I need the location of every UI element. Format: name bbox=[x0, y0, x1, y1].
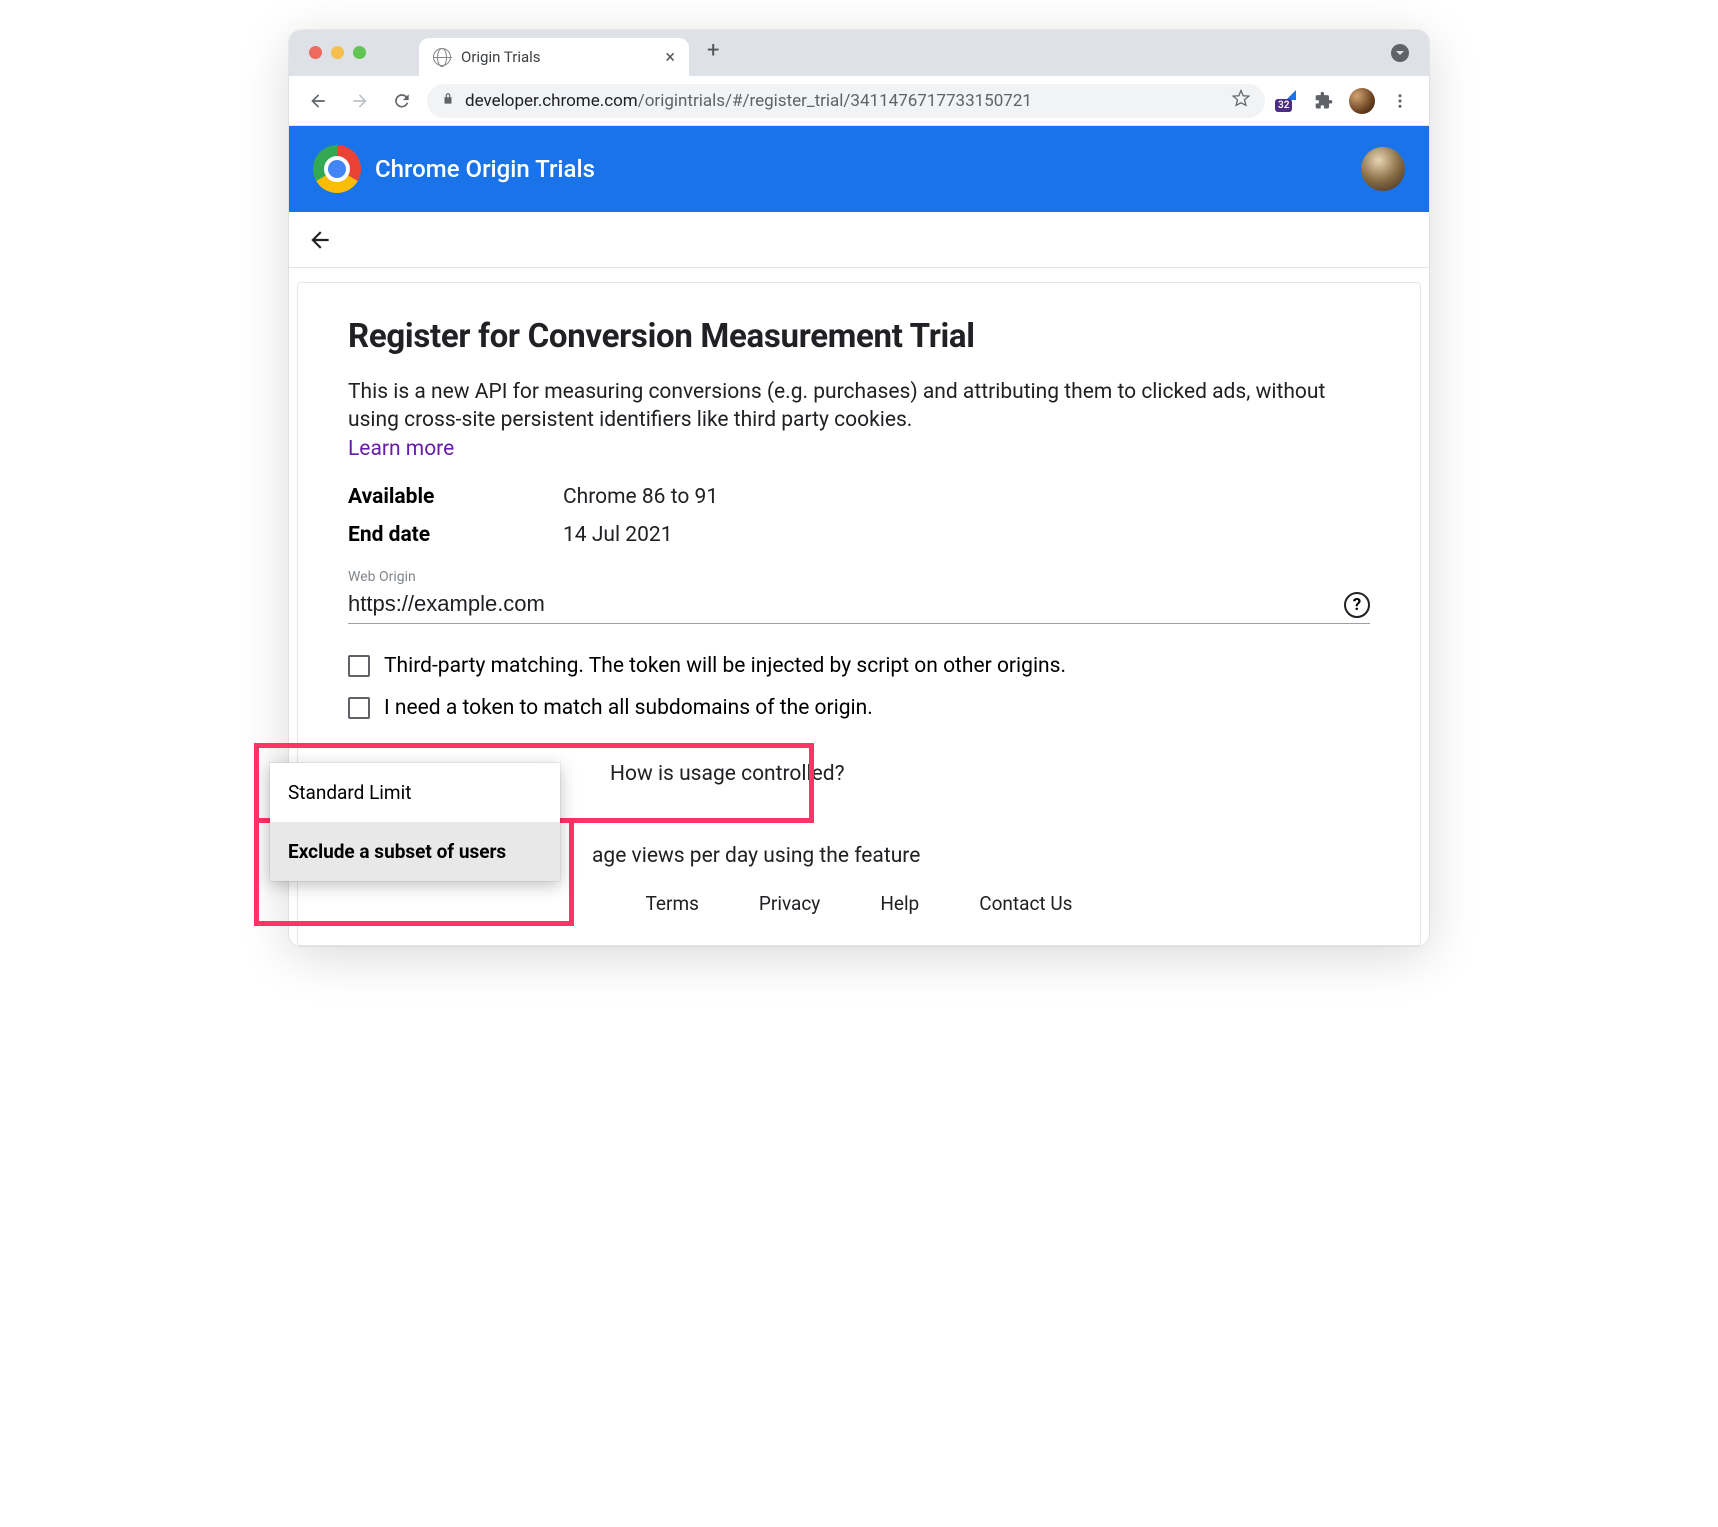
bookmark-star-icon[interactable] bbox=[1231, 88, 1251, 113]
app-header: Chrome Origin Trials bbox=[289, 126, 1429, 212]
footer-contact[interactable]: Contact Us bbox=[979, 892, 1072, 915]
learn-more-link[interactable]: Learn more bbox=[348, 437, 454, 461]
third-party-checkbox[interactable] bbox=[348, 655, 370, 677]
url-text: developer.chrome.com/origintrials/#/regi… bbox=[465, 91, 1032, 111]
dropdown-option-exclude[interactable]: Exclude a subset of users bbox=[270, 822, 560, 881]
close-tab-icon[interactable]: × bbox=[665, 47, 675, 68]
available-row: Available Chrome 86 to 91 bbox=[348, 485, 1370, 509]
back-button[interactable] bbox=[301, 84, 335, 118]
chrome-logo-icon bbox=[313, 145, 361, 193]
footer-privacy[interactable]: Privacy bbox=[759, 892, 820, 915]
subdomains-checkbox-row: I need a token to match all subdomains o… bbox=[348, 696, 1370, 720]
register-card: Register for Conversion Measurement Tria… bbox=[297, 282, 1421, 946]
page-back-row bbox=[289, 212, 1429, 268]
web-origin-field: Web Origin ? bbox=[348, 569, 1370, 624]
address-bar[interactable]: developer.chrome.com/origintrials/#/regi… bbox=[427, 84, 1265, 118]
user-avatar[interactable] bbox=[1361, 147, 1405, 191]
extension-count: 32 bbox=[1275, 99, 1292, 112]
third-party-checkbox-row: Third-party matching. The token will be … bbox=[348, 654, 1370, 678]
subdomains-label: I need a token to match all subdomains o… bbox=[384, 696, 873, 720]
tab-title: Origin Trials bbox=[461, 48, 541, 66]
end-date-value: 14 Jul 2021 bbox=[563, 523, 673, 547]
expected-usage-text: age views per day using the feature bbox=[592, 844, 1370, 868]
extension-badge[interactable]: 32 bbox=[1273, 90, 1299, 112]
new-tab-button[interactable]: + bbox=[707, 38, 719, 63]
end-date-label: End date bbox=[348, 523, 563, 547]
lock-icon bbox=[441, 91, 455, 111]
tab-search-button[interactable] bbox=[1391, 44, 1409, 62]
titlebar: Origin Trials × + bbox=[289, 30, 1429, 76]
usage-restriction-dropdown: Standard Limit Exclude a subset of users bbox=[270, 763, 560, 881]
forward-button[interactable] bbox=[343, 84, 377, 118]
end-date-row: End date 14 Jul 2021 bbox=[348, 523, 1370, 547]
maximize-window-button[interactable] bbox=[353, 46, 366, 59]
available-value: Chrome 86 to 91 bbox=[563, 485, 718, 509]
url-host: developer.chrome.com bbox=[465, 91, 638, 111]
usage-controlled-link[interactable]: How is usage controlled? bbox=[610, 762, 1370, 786]
available-label: Available bbox=[348, 485, 563, 509]
help-icon[interactable]: ? bbox=[1344, 592, 1370, 618]
trial-description: This is a new API for measuring conversi… bbox=[348, 378, 1370, 435]
footer-help[interactable]: Help bbox=[880, 892, 919, 915]
dropdown-option-standard[interactable]: Standard Limit bbox=[270, 763, 560, 822]
web-origin-input[interactable] bbox=[348, 587, 1370, 624]
close-window-button[interactable] bbox=[309, 46, 322, 59]
footer-terms[interactable]: Terms bbox=[646, 892, 699, 915]
browser-toolbar: developer.chrome.com/origintrials/#/regi… bbox=[289, 76, 1429, 126]
window-controls bbox=[309, 46, 366, 59]
subdomains-checkbox[interactable] bbox=[348, 697, 370, 719]
browser-tab[interactable]: Origin Trials × bbox=[419, 38, 689, 76]
browser-window: Origin Trials × + developer.chrome.com/o… bbox=[289, 30, 1429, 946]
app-title: Chrome Origin Trials bbox=[375, 155, 595, 183]
page-back-arrow-icon[interactable] bbox=[307, 227, 333, 253]
reload-button[interactable] bbox=[385, 84, 419, 118]
profile-avatar[interactable] bbox=[1349, 88, 1375, 114]
globe-icon bbox=[433, 48, 451, 66]
extensions-button[interactable] bbox=[1307, 84, 1341, 118]
chrome-menu-button[interactable] bbox=[1383, 84, 1417, 118]
web-origin-label: Web Origin bbox=[348, 569, 1370, 585]
third-party-label: Third-party matching. The token will be … bbox=[384, 654, 1066, 678]
page-title: Register for Conversion Measurement Tria… bbox=[348, 317, 1370, 356]
url-path: /origintrials/#/register_trial/341147671… bbox=[638, 91, 1032, 111]
minimize-window-button[interactable] bbox=[331, 46, 344, 59]
